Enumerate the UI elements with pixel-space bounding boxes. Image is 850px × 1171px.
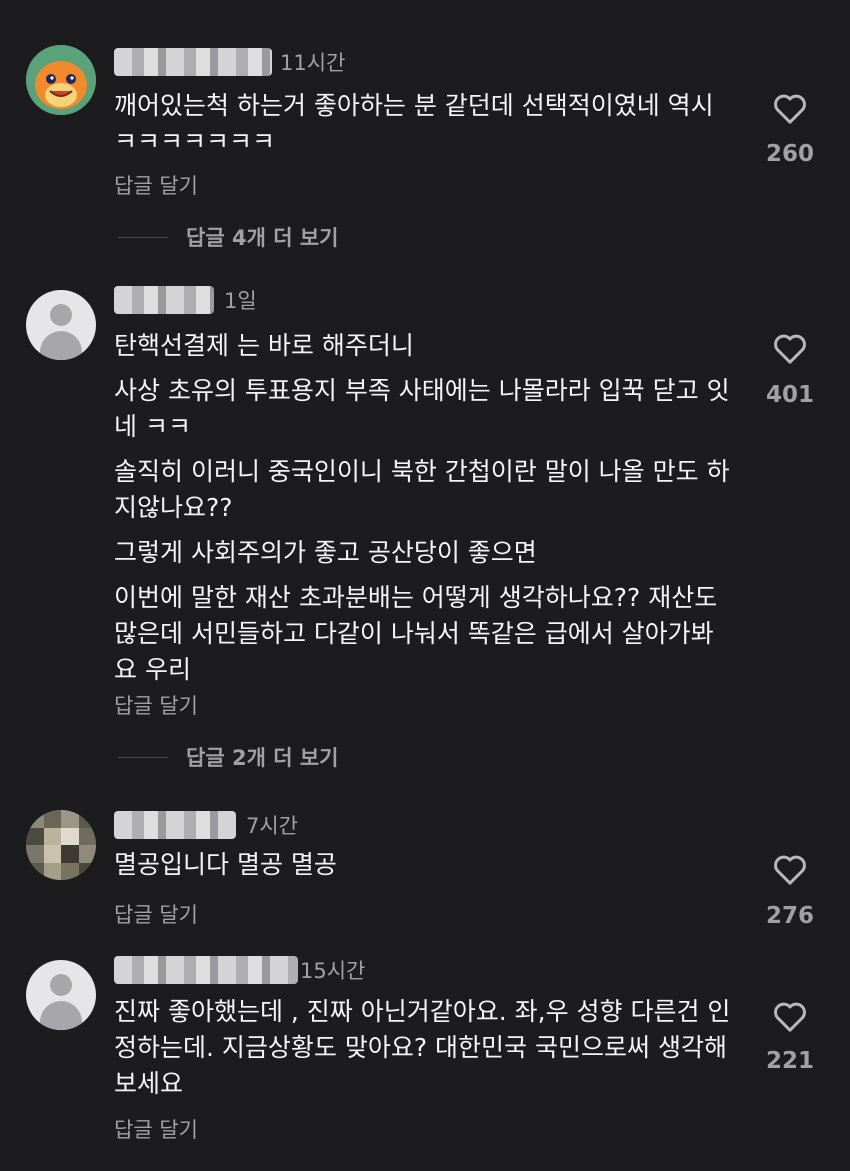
username-blurred[interactable] xyxy=(114,286,214,314)
reply-button[interactable]: 답글 달기 xyxy=(114,1114,198,1144)
default-avatar-body xyxy=(40,1001,82,1030)
avatar[interactable] xyxy=(26,45,96,115)
divider xyxy=(118,757,168,758)
comment-time: 1일 xyxy=(224,289,257,313)
comment-paragraph: 깨어있는척 하는거 좋아하는 분 같던데 선택적이였네 역시 ㅋㅋㅋㅋㅋㅋㅋ xyxy=(114,91,714,156)
character-avatar-icon xyxy=(26,45,96,115)
comment-time: 15시간 xyxy=(300,959,366,983)
comment-paragraph: 멸공입니다 멸공 멸공 xyxy=(114,850,337,879)
default-avatar-head xyxy=(50,304,72,326)
avatar[interactable] xyxy=(26,960,96,1030)
reply-button[interactable]: 답글 달기 xyxy=(114,170,198,200)
comment-paragraph: 이번에 말한 재산 초과분배는 어떻게 생각하나요?? 재산도 많은데 서민들하… xyxy=(114,583,718,684)
heart-icon[interactable] xyxy=(770,88,810,128)
reply-button[interactable]: 답글 달기 xyxy=(114,899,198,929)
avatar[interactable] xyxy=(26,810,96,880)
reply-button[interactable]: 답글 달기 xyxy=(114,690,198,720)
comment-text: 멸공입니다 멸공 멸공 xyxy=(114,847,734,892)
comment-paragraph: 진짜 좋아했는데 , 진짜 아닌거같아요. 좌,우 성향 다른건 인정하는데. … xyxy=(114,997,731,1098)
default-avatar-body xyxy=(40,331,82,360)
avatar[interactable] xyxy=(26,290,96,360)
like-count: 221 xyxy=(765,1048,814,1074)
like-count: 401 xyxy=(765,382,814,408)
heart-icon[interactable] xyxy=(770,996,810,1036)
comment-time: 7시간 xyxy=(246,814,299,838)
comment-paragraph: 사상 초유의 투표용지 부족 사태에는 나몰라라 입꾹 닫고 잇네 ㅋㅋ xyxy=(114,376,730,441)
comment-time: 11시간 xyxy=(280,51,346,75)
default-avatar-head xyxy=(50,974,72,996)
comment-paragraph: 그렇게 사회주의가 좋고 공산당이 좋으면 xyxy=(114,538,537,567)
view-replies-label: 답글 2개 더 보기 xyxy=(186,746,339,770)
username-blurred[interactable] xyxy=(114,956,298,984)
divider xyxy=(118,237,168,238)
like-count: 260 xyxy=(765,141,814,167)
view-replies-label: 답글 4개 더 보기 xyxy=(186,226,339,250)
username-blurred[interactable] xyxy=(114,811,236,839)
comment-text: 깨어있는척 하는거 좋아하는 분 같던데 선택적이였네 역시 ㅋㅋㅋㅋㅋㅋㅋ xyxy=(114,88,734,169)
username-blurred[interactable] xyxy=(114,48,272,76)
heart-icon[interactable] xyxy=(770,328,810,368)
like-count: 276 xyxy=(765,903,814,929)
comment-paragraph: 솔직히 이러니 중국인이니 북한 간첩이란 말이 나올 만도 하지않나요?? xyxy=(114,457,730,522)
comment-text: 탄핵선결제 는 바로 해주더니 사상 초유의 투표용지 부족 사태에는 나몰라라… xyxy=(114,328,734,697)
comment-paragraph: 탄핵선결제 는 바로 해주더니 xyxy=(114,331,414,360)
heart-icon[interactable] xyxy=(770,849,810,889)
comment-text: 진짜 좋아했는데 , 진짜 아닌거같아요. 좌,우 성향 다른건 인정하는데. … xyxy=(114,994,734,1111)
